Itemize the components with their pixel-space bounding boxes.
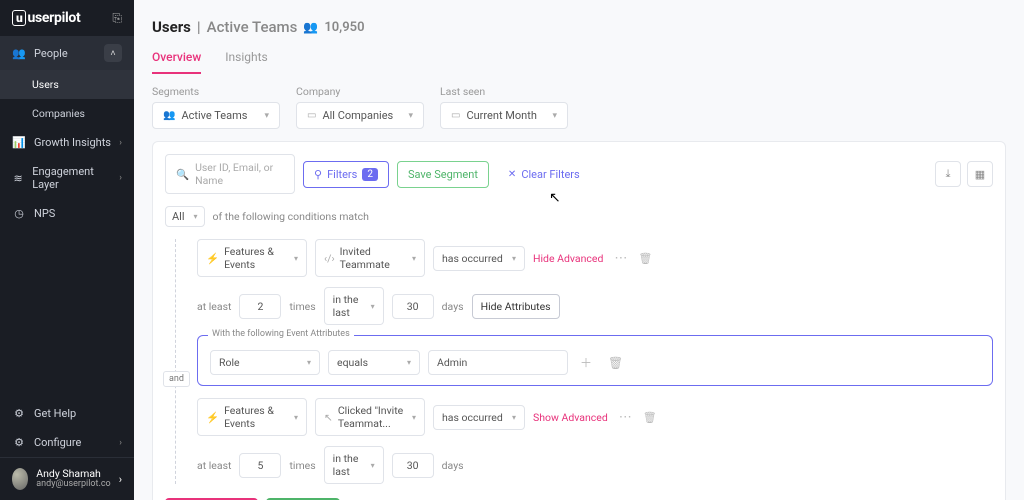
filter-dropdowns: Segments 👥 Active Teams ▾ Company ▭ All … [134, 73, 1024, 141]
match-mode-select[interactable]: All ▾ [165, 206, 205, 227]
sidebar-item-label: Configure [34, 436, 81, 449]
trash-icon[interactable]: 🗑 [638, 252, 652, 265]
chevron-down-icon: ▾ [408, 111, 413, 121]
hide-attributes-button[interactable]: Hide Attributes [472, 294, 560, 319]
rule-op-select[interactable]: has occurred▾ [433, 246, 525, 271]
chevron-up-icon[interactable]: ˄ [104, 44, 122, 62]
page-title: Users | Active Teams 👥 10,950 [152, 18, 1006, 36]
rule-event-select[interactable]: ↖Clicked "Invite Teammat...▾ [315, 398, 425, 436]
chevron-down-icon: ▾ [552, 111, 557, 121]
filters-button[interactable]: ⚲ Filters 2 [303, 161, 389, 188]
range-select[interactable]: in the last▾ [324, 287, 384, 325]
rule-op-select[interactable]: has occurred▾ [433, 405, 525, 430]
sidebar-item-label: Growth Insights [34, 136, 111, 149]
gauge-icon: ◷ [12, 207, 26, 220]
sidebar-item-companies[interactable]: Companies [0, 99, 134, 128]
calendar-icon: ▭ [451, 110, 460, 121]
sidebar-item-label: Engagement Layer [32, 165, 111, 191]
days-input[interactable] [392, 453, 434, 478]
range-select[interactable]: in the last▾ [324, 446, 384, 484]
attr-value-input[interactable] [428, 350, 568, 375]
people-icon: 👥 [303, 20, 318, 34]
cursor-icon: ↖ [324, 411, 333, 424]
add-attr-button[interactable]: ＋ [576, 354, 596, 371]
more-icon[interactable]: ⋯ [616, 410, 635, 425]
user-count: 10,950 [324, 20, 364, 35]
filters-badge: 2 [362, 168, 378, 181]
gear-icon: ⚙ [12, 436, 26, 449]
collapse-icon[interactable]: ⎘ [112, 11, 122, 26]
building-icon: ▭ [307, 110, 316, 121]
tab-overview[interactable]: Overview [152, 50, 201, 74]
company-select[interactable]: ▭ All Companies ▾ [296, 102, 424, 129]
close-icon: ✕ [508, 169, 516, 180]
and-badge: and [163, 371, 190, 387]
people-icon: 👥 [163, 110, 175, 121]
save-segment-button[interactable]: Save Segment [397, 161, 489, 188]
sidebar-item-label: Users [32, 78, 59, 91]
bolt-icon: ⚡ [206, 411, 219, 424]
chevron-down-icon: ▾ [264, 111, 269, 121]
rule-event-select[interactable]: ‹/›Invited Teammate▾ [315, 239, 425, 277]
chevron-right-icon: › [119, 173, 122, 183]
delete-attr-button[interactable]: 🗑 [604, 356, 627, 370]
sidebar-header: uuserpilot ⎘ [0, 0, 134, 36]
count-input[interactable] [239, 294, 281, 319]
sidebar-item-engagement[interactable]: ≋ Engagement Layer › [0, 157, 134, 199]
columns-button[interactable]: ▦ [967, 161, 993, 187]
sidebar-item-growth[interactable]: 📊 Growth Insights › [0, 128, 134, 157]
download-button[interactable]: ⤓ [935, 161, 961, 187]
sidebar-item-label: NPS [34, 207, 55, 220]
brand-logo: uuserpilot [12, 10, 80, 26]
sidebar-item-people[interactable]: 👥 People ˄ [0, 36, 134, 70]
sidebar-item-nps[interactable]: ◷ NPS [0, 199, 134, 228]
days-input[interactable] [392, 294, 434, 319]
count-input[interactable] [239, 453, 281, 478]
segments-select[interactable]: 👥 Active Teams ▾ [152, 102, 280, 129]
sidebar-item-label: People [34, 47, 68, 60]
sliders-icon: ⚲ [314, 168, 322, 181]
people-icon: 👥 [12, 47, 26, 60]
hide-advanced-link[interactable]: Hide Advanced [533, 252, 603, 265]
code-icon: ‹/› [324, 252, 335, 265]
sidebar-item-label: Companies [32, 107, 85, 120]
trash-icon[interactable]: 🗑 [643, 411, 657, 424]
users-panel: 🔍 User ID, Email, or Name ⚲ Filters 2 Sa… [152, 141, 1006, 500]
rule-category-select[interactable]: ⚡Features & Events▾ [197, 398, 307, 436]
user-email: andy@userpilot.co [36, 480, 110, 490]
sidebar-item-label: Get Help [34, 407, 76, 420]
chevron-right-icon: › [119, 438, 122, 448]
tab-insights[interactable]: Insights [225, 50, 267, 74]
help-icon: ⚙ [12, 407, 26, 420]
sidebar-user[interactable]: Andy Shamah andy@userpilot.co › [0, 457, 134, 500]
rule-category-select[interactable]: ⚡Features & Events▾ [197, 239, 307, 277]
layers-icon: ≋ [12, 172, 24, 185]
chevron-down-icon: ▾ [194, 212, 198, 221]
chevron-right-icon: › [119, 138, 122, 148]
sidebar-item-users[interactable]: Users [0, 70, 134, 99]
sidebar: uuserpilot ⎘ 👥 People ˄ Users Companies … [0, 0, 134, 500]
chart-icon: 📊 [12, 136, 26, 149]
chevron-right-icon: › [119, 473, 122, 486]
tabs: Overview Insights [152, 50, 1006, 74]
main-content: Users | Active Teams 👥 10,950 Overview I… [134, 0, 1024, 500]
show-advanced-link[interactable]: Show Advanced [533, 411, 608, 424]
lastseen-select[interactable]: ▭ Current Month ▾ [440, 102, 568, 129]
sidebar-item-help[interactable]: ⚙ Get Help [0, 399, 134, 428]
more-icon[interactable]: ⋯ [611, 251, 630, 266]
bolt-icon: ⚡ [206, 252, 219, 265]
sidebar-item-configure[interactable]: ⚙ Configure › [0, 428, 134, 457]
event-attributes-box: With the following Event Attributes Role… [197, 335, 993, 386]
search-icon: 🔍 [176, 168, 189, 181]
avatar [12, 468, 28, 490]
attr-key-select[interactable]: Role▾ [210, 350, 320, 375]
attr-op-select[interactable]: equals▾ [328, 350, 420, 375]
clear-filters-button[interactable]: ✕ Clear Filters [497, 161, 591, 188]
search-input[interactable]: 🔍 User ID, Email, or Name [165, 154, 295, 194]
